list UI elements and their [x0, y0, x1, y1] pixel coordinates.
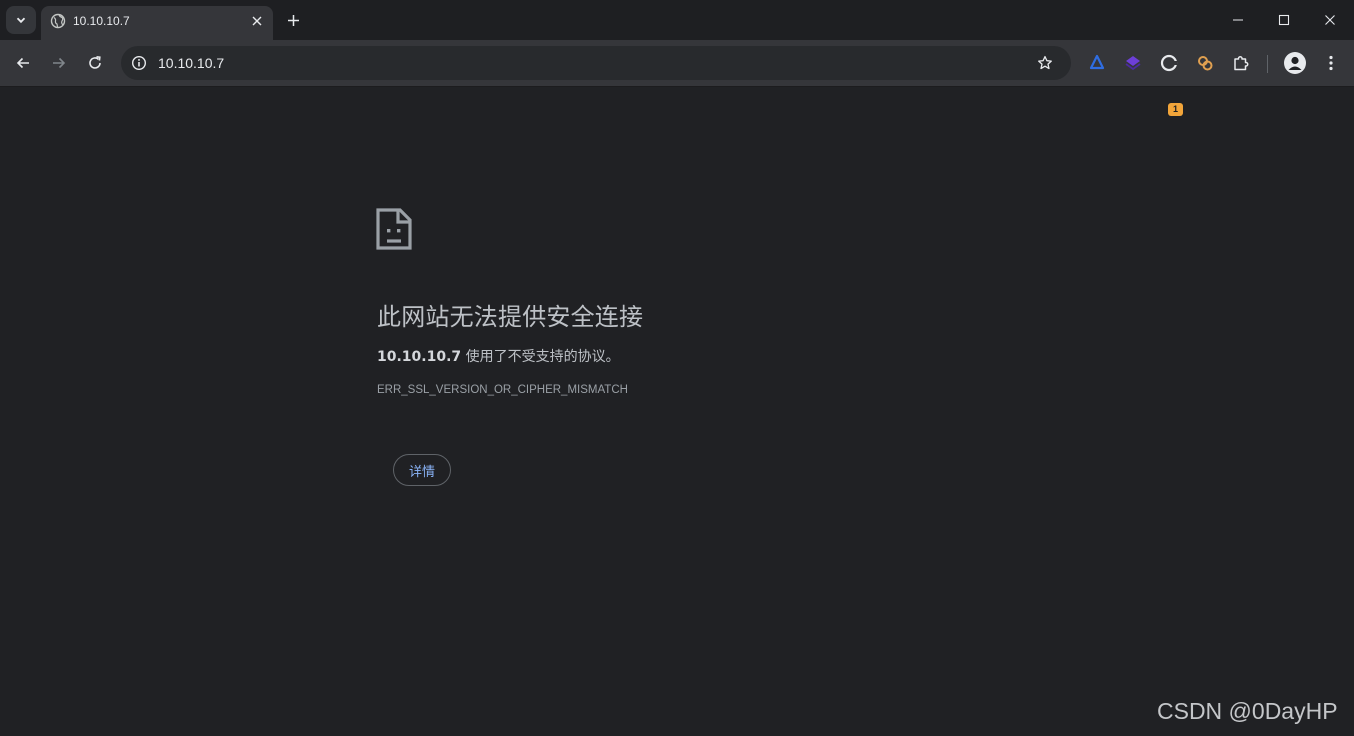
details-button[interactable]: 详情 [393, 454, 451, 486]
tab-search-button[interactable] [6, 6, 36, 34]
extension-3-button[interactable] [1158, 52, 1180, 74]
extension-4-button[interactable] [1194, 52, 1216, 74]
tab-title: 10.10.10.7 [73, 14, 130, 28]
site-info-button[interactable] [129, 53, 149, 73]
c-extension-icon [1160, 54, 1178, 72]
maximize-button[interactable] [1261, 0, 1307, 40]
error-host: 10.10.10.7 [377, 349, 462, 365]
star-icon [1038, 55, 1052, 70]
browser-toolbar: 1 [0, 40, 1354, 116]
plus-icon [287, 14, 299, 26]
extension-badge: 1 [1168, 103, 1183, 116]
url-input[interactable] [158, 46, 1018, 80]
arrow-right-icon [53, 57, 66, 69]
globe-icon [50, 13, 66, 29]
extensions-menu-button[interactable] [1230, 52, 1252, 74]
new-tab-button[interactable] [282, 9, 304, 31]
watermark: CSDN @0DayHP [1157, 698, 1338, 724]
arrow-left-icon [16, 57, 29, 69]
minimize-button[interactable] [1215, 0, 1261, 40]
minimize-icon [1233, 19, 1243, 21]
extension-2-button[interactable] [1122, 52, 1144, 74]
chrome-menu-button[interactable] [1320, 52, 1342, 74]
error-summary-text: 使用了不受支持的协议。 [461, 349, 620, 365]
profile-avatar-button[interactable] [1284, 52, 1306, 74]
active-tab[interactable]: 10.10.10.7 [41, 6, 273, 40]
blue-ring-extension-icon [1089, 54, 1105, 70]
maximize-icon [1278, 14, 1290, 26]
forward-button[interactable] [47, 51, 71, 75]
window-close-button[interactable] [1307, 0, 1353, 40]
error-title: 此网站无法提供安全连接 [377, 303, 644, 331]
error-summary: 10.10.10.7 使用了不受支持的协议。 [377, 346, 620, 366]
chevron-down-icon [16, 17, 26, 24]
close-icon [1325, 15, 1335, 25]
extension-1-button[interactable] [1086, 52, 1108, 74]
reload-icon [89, 56, 101, 69]
kebab-menu-icon [1329, 55, 1333, 71]
sad-page-icon [376, 208, 412, 250]
puzzle-icon [1234, 56, 1249, 71]
error-code: ERR_SSL_VERSION_OR_CIPHER_MISMATCH [377, 384, 628, 396]
tab-strip: 10.10.10.7 [0, 0, 1354, 40]
close-icon [252, 16, 262, 26]
purple-layers-extension-icon [1125, 56, 1141, 71]
bookmark-button[interactable] [1035, 53, 1055, 73]
cookie-extension-icon [1198, 56, 1213, 71]
tab-close-button[interactable] [247, 11, 267, 31]
address-bar[interactable] [121, 46, 1071, 80]
reload-button[interactable] [83, 51, 107, 75]
back-button[interactable] [11, 51, 35, 75]
toolbar-separator [1267, 55, 1268, 73]
info-icon [131, 55, 147, 71]
person-icon [1288, 56, 1302, 70]
